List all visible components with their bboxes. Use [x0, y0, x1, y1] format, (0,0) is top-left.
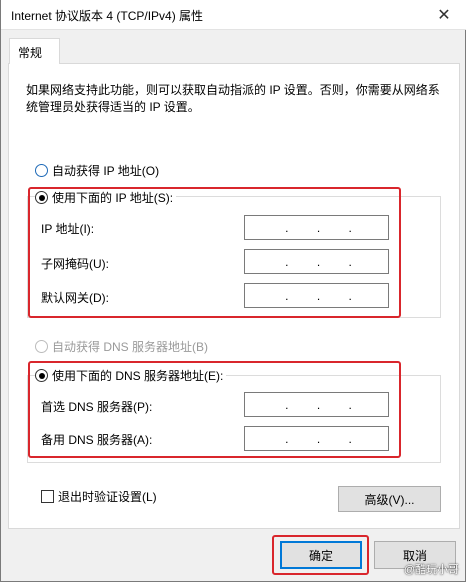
- validate-settings-option[interactable]: 退出时验证设置(L): [41, 488, 157, 505]
- dns-highlight-box: [28, 361, 401, 458]
- advanced-button[interactable]: 高级(V)...: [338, 486, 441, 512]
- window-title: Internet 协议版本 4 (TCP/IPv4) 属性: [11, 9, 204, 23]
- properties-dialog: Internet 协议版本 4 (TCP/IPv4) 属性 ✕ 常规 如果网络支…: [0, 0, 466, 582]
- auto-dns-radio: [35, 340, 48, 353]
- close-icon[interactable]: ✕: [421, 0, 466, 30]
- validate-settings-checkbox[interactable]: [41, 490, 54, 503]
- auto-dns-option: 自动获得 DNS 服务器地址(B): [35, 338, 208, 355]
- auto-dns-label: 自动获得 DNS 服务器地址(B): [52, 340, 209, 354]
- watermark-text: @酷玩小哥: [403, 564, 459, 576]
- ok-highlight-box: [272, 535, 369, 575]
- validate-settings-label: 退出时验证设置(L): [58, 490, 157, 504]
- ip-highlight-box: [28, 187, 401, 318]
- description-text: 如果网络支持此功能，则可以获取自动指派的 IP 设置。否则，你需要从网络系统管理…: [26, 83, 440, 114]
- auto-ip-label: 自动获得 IP 地址(O): [52, 164, 160, 178]
- auto-ip-radio[interactable]: [35, 164, 48, 177]
- title-bar: Internet 协议版本 4 (TCP/IPv4) 属性 ✕: [1, 0, 466, 30]
- tab-general[interactable]: 常规: [9, 38, 60, 64]
- auto-ip-option[interactable]: 自动获得 IP 地址(O): [35, 162, 159, 179]
